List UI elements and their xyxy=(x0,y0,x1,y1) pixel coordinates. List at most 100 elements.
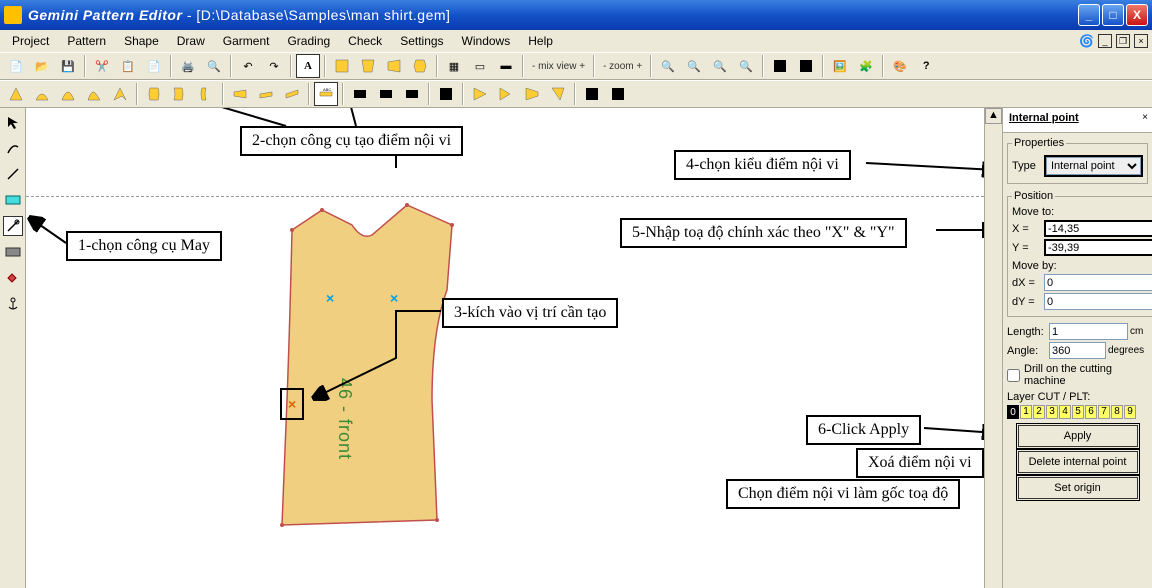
zoom-label[interactable]: - zoom + xyxy=(599,61,646,72)
curve-tool-2-icon[interactable] xyxy=(30,82,54,106)
apply-button[interactable]: Apply xyxy=(1018,425,1138,447)
open-file-icon[interactable]: 📂 xyxy=(30,54,54,78)
drill-checkbox[interactable] xyxy=(1007,369,1020,382)
dart-tool-1-icon[interactable] xyxy=(468,82,492,106)
layer-cell-3[interactable]: 3 xyxy=(1046,405,1058,419)
delete-internal-point-button[interactable]: Delete internal point xyxy=(1018,451,1138,473)
dart-tool-3-icon[interactable] xyxy=(520,82,544,106)
line-tool-1-icon[interactable] xyxy=(228,82,252,106)
pattern-piece-front[interactable] xyxy=(262,200,482,550)
menu-settings[interactable]: Settings xyxy=(392,32,451,50)
window-maximize-button[interactable]: □ xyxy=(1102,4,1124,26)
shape-tool-3-icon[interactable] xyxy=(194,82,218,106)
curve-tool-4-icon[interactable] xyxy=(82,82,106,106)
notch-tool-icon[interactable] xyxy=(3,268,23,288)
zoom-out-icon[interactable]: 🔍 xyxy=(682,54,706,78)
cut-icon[interactable]: ✂️ xyxy=(90,54,114,78)
layer-cell-5[interactable]: 5 xyxy=(1072,405,1084,419)
export-tool-1-icon[interactable] xyxy=(768,54,792,78)
export-tool-2-icon[interactable] xyxy=(794,54,818,78)
anchor-tool-icon[interactable] xyxy=(3,294,23,314)
curve-select-tool-icon[interactable] xyxy=(3,138,23,158)
window-minimize-button[interactable]: _ xyxy=(1078,4,1100,26)
scroll-up-icon[interactable]: ▲ xyxy=(985,108,1002,124)
internal-point-marker-1[interactable]: × xyxy=(326,290,334,306)
cut-tool-1-icon[interactable] xyxy=(348,82,372,106)
zoom-in-icon[interactable]: 🔍 xyxy=(656,54,680,78)
dy-input[interactable] xyxy=(1044,293,1152,310)
redo-icon[interactable]: ↷ xyxy=(262,54,286,78)
selected-internal-point[interactable]: × xyxy=(280,388,304,420)
marker-tool-icon[interactable] xyxy=(3,242,23,262)
line-draw-tool-icon[interactable] xyxy=(3,164,23,184)
zoom-fit-icon[interactable]: 🔍 xyxy=(708,54,732,78)
menu-garment[interactable]: Garment xyxy=(215,32,278,50)
sewing-tool-icon[interactable] xyxy=(3,216,23,236)
menu-shape[interactable]: Shape xyxy=(116,32,167,50)
shape-tool-2-icon[interactable] xyxy=(168,82,192,106)
layer-cell-4[interactable]: 4 xyxy=(1059,405,1071,419)
grid-tool-icon[interactable]: ▦ xyxy=(442,54,466,78)
pattern-tool-3-icon[interactable] xyxy=(382,54,406,78)
curve-tool-1-icon[interactable] xyxy=(4,82,28,106)
layer-cell-2[interactable]: 2 xyxy=(1033,405,1045,419)
pattern-tool-4-icon[interactable] xyxy=(408,54,432,78)
line-tool-2-icon[interactable] xyxy=(254,82,278,106)
misc-shape-2-icon[interactable] xyxy=(606,82,630,106)
internal-point-tool-icon[interactable]: ABC xyxy=(314,82,338,106)
misc-tool-1-icon[interactable]: 🖼️ xyxy=(828,54,852,78)
curve-tool-5-icon[interactable] xyxy=(108,82,132,106)
menu-pattern[interactable]: Pattern xyxy=(59,32,114,50)
mix-view-label[interactable]: - mix view + xyxy=(528,61,589,72)
copy-icon[interactable]: 📋 xyxy=(116,54,140,78)
cut-tool-2-icon[interactable] xyxy=(374,82,398,106)
arrow-tool-icon[interactable] xyxy=(3,112,23,132)
layer-cell-7[interactable]: 7 xyxy=(1098,405,1110,419)
dart-tool-4-icon[interactable] xyxy=(546,82,570,106)
y-input[interactable] xyxy=(1044,239,1152,256)
menu-windows[interactable]: Windows xyxy=(454,32,519,50)
pattern-tool-1-icon[interactable] xyxy=(330,54,354,78)
type-select[interactable]: Internal point xyxy=(1046,157,1141,175)
layer-cell-9[interactable]: 9 xyxy=(1124,405,1136,419)
canvas-scrollbar[interactable]: ▲ xyxy=(984,108,1002,588)
shape-tool-1-icon[interactable] xyxy=(142,82,166,106)
edge-tool-1-icon[interactable] xyxy=(434,82,458,106)
palette-tool-icon[interactable]: 🎨 xyxy=(888,54,912,78)
layer-cell-8[interactable]: 8 xyxy=(1111,405,1123,419)
menu-help[interactable]: Help xyxy=(520,32,561,50)
layer-cell-6[interactable]: 6 xyxy=(1085,405,1097,419)
align-tool-icon[interactable]: ▭ xyxy=(468,54,492,78)
mdi-minimize-button[interactable]: _ xyxy=(1098,34,1112,48)
layer-selector[interactable]: 0 1 2 3 4 5 6 7 8 9 xyxy=(1007,405,1148,419)
cut-tool-3-icon[interactable] xyxy=(400,82,424,106)
pattern-piece-tool-icon[interactable] xyxy=(3,190,23,210)
set-origin-button[interactable]: Set origin xyxy=(1018,477,1138,499)
misc-shape-1-icon[interactable] xyxy=(580,82,604,106)
new-file-icon[interactable]: 📄 xyxy=(4,54,28,78)
print-preview-icon[interactable]: 🔍 xyxy=(202,54,226,78)
save-file-icon[interactable]: 💾 xyxy=(56,54,80,78)
layer-cell-1[interactable]: 1 xyxy=(1020,405,1032,419)
curve-tool-3-icon[interactable] xyxy=(56,82,80,106)
undo-icon[interactable]: ↶ xyxy=(236,54,260,78)
menu-draw[interactable]: Draw xyxy=(169,32,213,50)
canvas[interactable]: × × × 46 - front 1-chọn công cụ May 2-ch… xyxy=(26,108,984,588)
length-input[interactable] xyxy=(1049,323,1128,340)
zoom-select-icon[interactable]: 🔍 xyxy=(734,54,758,78)
x-input[interactable] xyxy=(1044,220,1152,237)
menu-check[interactable]: Check xyxy=(340,32,390,50)
help-tool-icon[interactable]: ? xyxy=(914,54,938,78)
mdi-close-button[interactable]: × xyxy=(1134,34,1148,48)
print-icon[interactable]: 🖨️ xyxy=(176,54,200,78)
panel-close-icon[interactable]: × xyxy=(1142,112,1148,123)
snap-tool-icon[interactable]: ▬ xyxy=(494,54,518,78)
angle-input[interactable] xyxy=(1049,342,1106,359)
internal-point-marker-2[interactable]: × xyxy=(390,290,398,306)
misc-tool-2-icon[interactable]: 🧩 xyxy=(854,54,878,78)
mdi-restore-button[interactable]: ❐ xyxy=(1116,34,1130,48)
layer-cell-0[interactable]: 0 xyxy=(1007,405,1019,419)
menu-grading[interactable]: Grading xyxy=(279,32,338,50)
paste-icon[interactable]: 📄 xyxy=(142,54,166,78)
menu-project[interactable]: Project xyxy=(4,32,57,50)
